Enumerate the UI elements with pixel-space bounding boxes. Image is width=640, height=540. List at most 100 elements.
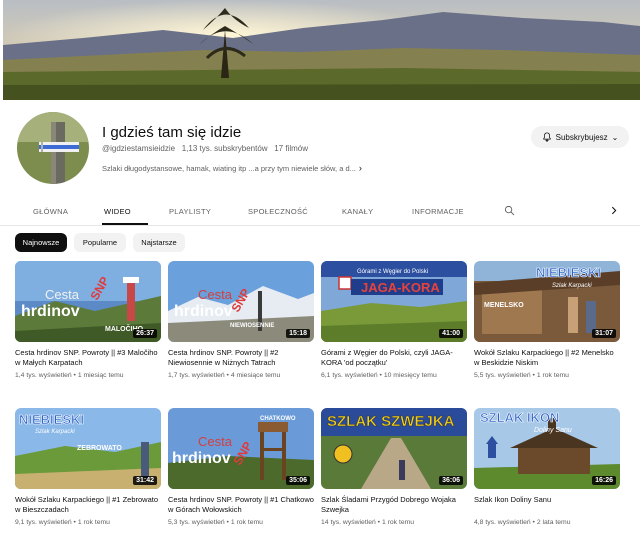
video-title[interactable]: Wokół Szlaku Karpackiego || #2 Menelsko …: [474, 348, 620, 368]
video-card[interactable]: NIEBIESKI Szlak Karpacki ZEBROWATO 31:42…: [15, 408, 161, 526]
video-title[interactable]: Wokół Szlaku Karpackiego || #1 Zebrowato…: [15, 495, 161, 515]
channel-description-text: Szlaki długodystansowe, hamak, wiating i…: [102, 164, 356, 173]
chevron-right-small-icon: ›: [358, 163, 362, 173]
video-views: 9,1 tys. wyświetleń: [15, 519, 72, 526]
video-age: 1 rok temu: [536, 372, 569, 379]
thumb-text: CHATKOWO: [260, 416, 296, 422]
thumb-text: JAGA-KORA: [361, 280, 440, 295]
video-duration: 41:00: [439, 329, 463, 338]
chevron-right-icon[interactable]: [609, 205, 619, 216]
video-duration: 26:37: [133, 329, 157, 338]
video-thumbnail[interactable]: Cesta hrdinov SNP CHATKOWO 35:06: [168, 408, 314, 489]
thumb-text: MENELSKO: [484, 302, 524, 309]
chevron-down-icon: ⌄: [611, 132, 619, 142]
channel-title: I gdzieś tam się idzie: [102, 124, 242, 141]
video-thumbnail[interactable]: NIEBIESKI Szlak Karpacki MENELSKO 31:07: [474, 261, 620, 342]
thumb-text: NIEWIOSENNIE: [230, 323, 274, 329]
video-meta: 1,4 tys. wyświetleń • 1 miesiąc temu: [15, 372, 124, 379]
video-title[interactable]: Cesta hrdinov SNP. Powroty || #3 Maločih…: [15, 348, 161, 368]
video-card[interactable]: NIEBIESKI Szlak Karpacki MENELSKO 31:07 …: [474, 261, 620, 379]
search-icon[interactable]: [504, 205, 515, 216]
thumb-text: Szlak Karpacki: [552, 283, 592, 289]
thumb-text: Cesta: [198, 434, 233, 449]
thumb-text: SZLAK SZWEJKA: [327, 413, 455, 430]
video-title[interactable]: Cesta hrdinov SNP. Powroty || #2 Niewios…: [168, 348, 314, 368]
video-duration: 31:07: [592, 329, 616, 338]
chip-newest[interactable]: Najnowsze: [15, 233, 67, 252]
video-duration: 16:26: [592, 476, 616, 485]
thumb-text: hrdinov: [172, 450, 231, 467]
subscribe-label: Subskrybujesz: [555, 132, 608, 142]
thumb-text: Szlak Karpacki: [35, 429, 75, 435]
video-card[interactable]: Cesta hrdinov SNP CHATKOWO 35:06 Cesta h…: [168, 408, 314, 526]
thumb-text: NIEBIESKI: [536, 265, 601, 280]
thumb-text: Cesta: [198, 287, 233, 302]
video-duration: 36:06: [439, 476, 463, 485]
video-views: 1,7 tys. wyświetleń: [168, 372, 225, 379]
tab-videos[interactable]: WIDEO: [104, 207, 131, 216]
video-views: 1,4 tys. wyświetleń: [15, 372, 72, 379]
video-age: 10 miesięcy temu: [383, 372, 437, 379]
channel-meta: @igdziestamsieidzie 1,13 tys. subskryben…: [102, 144, 308, 153]
video-title[interactable]: Szlak Śladami Przygód Dobrego Wojaka Szw…: [321, 495, 467, 515]
video-card[interactable]: Cesta hrdinov SNP MALOČIHO 26:37 Cesta h…: [15, 261, 161, 379]
subscriber-count: 1,13 tys. subskrybentów: [181, 144, 268, 153]
video-card[interactable]: SZLAK IKON Doliny Sanu 16:26 Szlak Ikon …: [474, 408, 620, 526]
video-views: 14 tys. wyświetleń: [321, 519, 376, 526]
video-views: 5,3 tys. wyświetleń: [168, 519, 225, 526]
bell-icon: [542, 132, 552, 142]
video-views: 6,1 tys. wyświetleń: [321, 372, 378, 379]
thumb-text: SZLAK IKON: [480, 410, 559, 425]
video-views: 4,8 tys. wyświetleń: [474, 519, 531, 526]
video-age: 1 miesiąc temu: [77, 372, 124, 379]
video-meta: 5,5 tys. wyświetleń • 1 rok temu: [474, 372, 569, 379]
tab-channels[interactable]: KANAŁY: [342, 207, 373, 216]
video-age: 1 rok temu: [230, 519, 263, 526]
video-count: 17 filmów: [274, 144, 309, 153]
video-meta: 9,1 tys. wyświetleń • 1 rok temu: [15, 519, 110, 526]
channel-banner: [3, 0, 640, 100]
video-thumbnail[interactable]: Cesta hrdinov SNP MALOČIHO 26:37: [15, 261, 161, 342]
video-title[interactable]: Górami z Węgier do Polski, czyli JAGA-KO…: [321, 348, 467, 368]
video-meta: 5,3 tys. wyświetleń • 1 rok temu: [168, 519, 263, 526]
thumb-text: ZEBROWATO: [77, 445, 122, 452]
video-meta: 14 tys. wyświetleń • 1 rok temu: [321, 519, 415, 526]
video-meta: 1,7 tys. wyświetleń • 4 miesiące temu: [168, 372, 281, 379]
thumb-text: hrdinov: [174, 303, 233, 320]
video-card[interactable]: SZLAK SZWEJKA 36:06 Szlak Śladami Przygó…: [321, 408, 467, 526]
video-meta: 6,1 tys. wyświetleń • 10 miesięcy temu: [321, 372, 437, 379]
video-card[interactable]: Górami z Węgier do Polski JAGA-KORA 41:0…: [321, 261, 467, 379]
video-thumbnail[interactable]: Cesta hrdinov SNP NIEWIOSENNIE 15:18: [168, 261, 314, 342]
video-thumbnail[interactable]: Górami z Węgier do Polski JAGA-KORA 41:0…: [321, 261, 467, 342]
video-age: 1 rok temu: [77, 519, 110, 526]
tab-home[interactable]: GŁÓWNA: [33, 207, 68, 216]
channel-handle: @igdziestamsieidzie: [102, 144, 176, 153]
channel-tabs: GŁÓWNA WIDEO PLAYLISTY SPOŁECZNOŚĆ KANAŁ…: [0, 198, 640, 226]
video-duration: 31:42: [133, 476, 157, 485]
video-card[interactable]: Cesta hrdinov SNP NIEWIOSENNIE 15:18 Ces…: [168, 261, 314, 379]
video-thumbnail[interactable]: SZLAK IKON Doliny Sanu 16:26: [474, 408, 620, 489]
chip-oldest[interactable]: Najstarsze: [133, 233, 185, 252]
video-duration: 35:06: [286, 476, 310, 485]
video-age: 4 miesiące temu: [230, 372, 281, 379]
thumb-text: NIEBIESKI: [19, 412, 84, 427]
thumb-text: Cesta: [45, 287, 80, 302]
video-title[interactable]: Cesta hrdinov SNP. Powroty || #1 Chatkow…: [168, 495, 314, 515]
video-views: 5,5 tys. wyświetleń: [474, 372, 531, 379]
thumb-text: Górami z Węgier do Polski: [357, 269, 428, 275]
video-age: 1 rok temu: [381, 519, 415, 526]
thumb-text: hrdinov: [21, 303, 80, 320]
channel-description[interactable]: Szlaki długodystansowe, hamak, wiating i…: [102, 163, 362, 173]
active-tab-indicator: [102, 223, 148, 225]
tab-community[interactable]: SPOŁECZNOŚĆ: [248, 207, 308, 216]
video-meta: 4,8 tys. wyświetleń • 2 lata temu: [474, 519, 571, 526]
thumb-text: Doliny Sanu: [534, 427, 572, 434]
channel-avatar[interactable]: [17, 112, 89, 184]
subscribed-button[interactable]: Subskrybujesz ⌄: [531, 126, 629, 148]
video-title[interactable]: Szlak Ikon Doliny Sanu: [474, 495, 620, 515]
video-thumbnail[interactable]: SZLAK SZWEJKA 36:06: [321, 408, 467, 489]
tab-about[interactable]: INFORMACJE: [412, 207, 464, 216]
chip-popular[interactable]: Popularne: [74, 233, 126, 252]
video-thumbnail[interactable]: NIEBIESKI Szlak Karpacki ZEBROWATO 31:42: [15, 408, 161, 489]
tab-playlists[interactable]: PLAYLISTY: [169, 207, 211, 216]
